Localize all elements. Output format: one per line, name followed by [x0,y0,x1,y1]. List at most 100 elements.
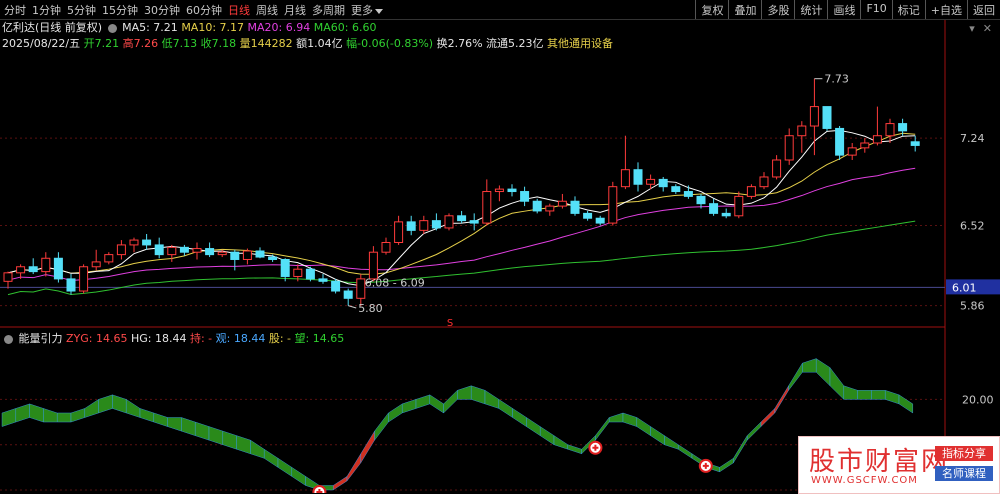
indicator-band-48 [664,435,679,450]
indicator-band-40 [553,435,568,450]
watermark-course-button[interactable]: 名师课程 [935,466,993,481]
indicator-band-52 [719,457,734,473]
indicator-band-3 [43,408,58,423]
candle-body-16 [205,248,215,256]
indicator-band-61 [843,385,858,400]
candle-body-58 [734,195,744,217]
indicator-band-16 [222,430,237,450]
candle-body-36 [457,215,467,222]
indicator-band-1 [15,403,30,423]
candle-body-44 [557,200,567,207]
indicator-band-62 [857,390,872,400]
price-label-mid: 6.52 [960,220,985,233]
candle-body-12 [154,244,164,256]
indicator-settings-icon[interactable] [4,334,13,344]
ma5-line [7,129,916,287]
candle-body-40 [507,188,517,193]
candle-body-68 [860,142,870,149]
indicator-band-24 [333,476,348,491]
candle-body-62 [784,135,794,161]
indicator-band-5 [70,408,86,423]
indicator-band-60 [829,367,844,400]
candle-body-0 [3,272,13,282]
indicator-band-13 [181,417,196,436]
indicator-chi: 持: - [189,332,213,345]
candle-body-47 [595,217,605,224]
indicator-wang: 望: 14.65 [294,332,345,345]
candle-body-39 [494,188,504,193]
indicator-band-21 [291,466,306,486]
indicator-band-31 [429,394,444,414]
indicator-band-46 [636,417,651,436]
candle-body-66 [835,127,845,156]
ma60-line [7,220,916,296]
candle-body-57 [721,212,731,217]
indicator-band-38 [526,417,541,436]
candle-body-31 [394,221,404,243]
indicator-band-0 [1,408,17,427]
candle-body-14 [179,246,189,253]
indicator-hg: HG: 18.44 [130,332,187,345]
indicator-guan: 观: 18.44 [215,332,266,345]
candle-body-25 [318,278,328,282]
candle-body-19 [242,250,252,260]
indicator-band-32 [443,389,458,414]
indicator-band-63 [871,390,886,400]
indicator-band-17 [236,435,251,455]
candle-body-64 [809,106,819,127]
ma20-line [7,167,916,282]
indicator-band-25 [346,453,361,482]
indicator-band-4 [57,412,72,423]
candle-body-24 [305,268,315,280]
indicator-band-15 [208,426,224,445]
candle-body-1 [16,266,26,274]
indicator-zyg: ZYG: 14.65 [66,332,128,345]
indicator-band-58 [802,358,817,373]
watermark-share-button[interactable]: 指标分享 [935,446,993,461]
indicator-band-45 [622,412,637,427]
indicator-band-18 [250,439,265,459]
sell-marker: S [447,318,453,329]
candle-body-34 [431,220,441,229]
candle-body-10 [129,239,139,246]
high-annotation: 7.73 [824,73,849,86]
chart-svg: 6.01 7.24 6.52 5.86 7.73 5.80 6.08 - 6.09 S 20.0… [0,20,1000,493]
candle-body-38 [482,191,492,224]
candle-body-67 [847,147,857,156]
candle-body-51 [646,178,656,185]
candle-body-61 [772,159,782,178]
indicator-band-2 [29,403,44,423]
price-label-low: 5.86 [960,300,985,313]
indicator-band-9 [125,399,141,418]
candle-body-70 [885,123,895,137]
indicator-band-59 [816,358,831,387]
candle-body-71 [898,123,908,132]
indicator-band-28 [388,403,403,423]
indicator-band-65 [898,394,913,414]
candle-body-55 [696,195,706,205]
indicator-band-43 [595,416,610,441]
candle-body-4 [53,257,63,280]
low-range-annotation: 6.08 - 6.09 [365,277,425,290]
indicator-band-6 [84,399,99,418]
candle-body-20 [255,250,265,258]
indicator-gu: 股: - [268,332,292,345]
candle-body-54 [683,191,693,197]
candle-body-50 [633,169,643,185]
ma10-line [7,132,916,275]
indicator-band-33 [457,385,472,400]
indicator-band-7 [98,394,113,414]
candle-body-11 [142,239,152,246]
indicator-band-47 [650,426,665,446]
indicator-name: 能量引力 [18,332,63,345]
indicator-band-19 [264,448,279,468]
indicator-header: 能量引力 ZYG: 14.65 HG: 18.44 持: - 观: 18.44 … [2,331,344,347]
indicator-band-11 [153,412,168,427]
low-annotation: 5.80 [358,302,383,315]
candle-body-56 [709,203,719,214]
candle-body-46 [583,212,593,219]
indicator-band-41 [567,444,582,455]
candle-body-3 [41,257,51,273]
candle-body-27 [343,290,353,299]
candle-body-45 [570,200,580,214]
